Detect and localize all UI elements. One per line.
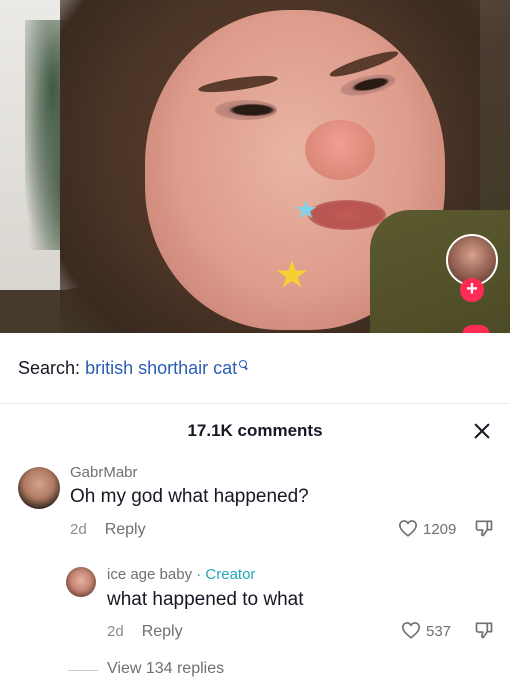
heart-icon[interactable]: [462, 325, 490, 333]
divider: [0, 403, 510, 404]
search-icon[interactable]: [239, 360, 248, 369]
plus-icon[interactable]: +: [460, 278, 484, 302]
comment-text: Oh my god what happened?: [70, 486, 309, 507]
dislike-icon[interactable]: [474, 518, 494, 538]
comment-meta: 2d Reply: [107, 623, 183, 641]
comment-age: 2d: [70, 521, 87, 538]
view-replies-button[interactable]: View 134 replies: [107, 660, 224, 678]
comment-meta: 2d Reply: [70, 521, 146, 539]
heart-icon[interactable]: [398, 519, 418, 537]
nose: [305, 120, 375, 180]
reply-button[interactable]: Reply: [105, 521, 146, 538]
reply-username[interactable]: ice age baby: [107, 566, 192, 583]
mouth: [308, 200, 386, 230]
heart-icon[interactable]: [401, 621, 421, 639]
comment-username: ice age baby · Creator: [107, 566, 255, 583]
avatar[interactable]: [18, 467, 60, 509]
comment-text: what happened to what: [107, 589, 304, 610]
reply-button[interactable]: Reply: [142, 623, 183, 640]
close-icon[interactable]: [472, 421, 492, 441]
left-eye: [215, 100, 277, 120]
dislike-icon[interactable]: [474, 620, 494, 640]
like-count: 1209: [423, 521, 457, 538]
search-query[interactable]: british shorthair cat: [85, 358, 237, 378]
avatar[interactable]: [66, 567, 96, 597]
comments-count: 17.1K comments: [187, 421, 323, 440]
search-prefix: Search:: [18, 358, 81, 378]
video-player[interactable]: +: [0, 0, 510, 333]
comment-username[interactable]: GabrMabr: [70, 464, 138, 481]
replies-divider: [68, 670, 98, 671]
comment-age: 2d: [107, 623, 124, 640]
like-count: 537: [426, 623, 452, 640]
comments-sheet: Search: british shorthair cat 17.1K comm…: [0, 333, 510, 680]
creator-badge: · Creator: [196, 566, 256, 583]
search-suggestion[interactable]: Search: british shorthair cat: [18, 358, 248, 379]
